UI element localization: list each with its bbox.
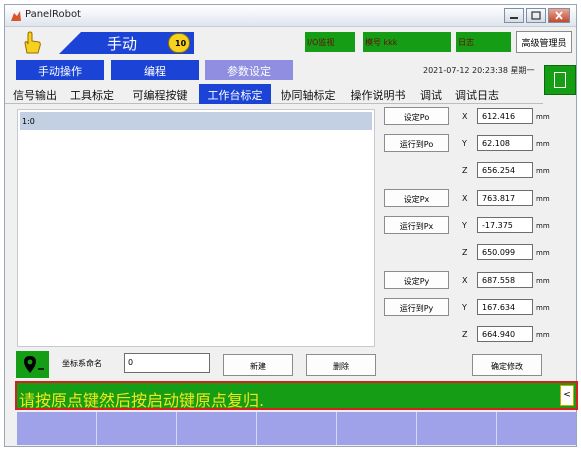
- tab-program-label: 编程: [144, 65, 166, 78]
- tab-manual[interactable]: 手动操作: [16, 60, 104, 80]
- px-y-unit: mm: [536, 222, 550, 230]
- log-indicator[interactable]: 日志: [456, 32, 511, 52]
- function-key-7[interactable]: [497, 412, 576, 445]
- status-expand-button[interactable]: <: [560, 385, 574, 406]
- py-x-label: X: [462, 276, 468, 285]
- coord-system-list[interactable]: 1:0: [17, 109, 375, 347]
- py-z-field[interactable]: 664.940: [477, 326, 533, 342]
- user-level-button[interactable]: 高级管理员: [516, 31, 572, 53]
- io-monitor-indicator[interactable]: I/O监视: [305, 32, 355, 52]
- set-px-button[interactable]: 设定Px: [384, 189, 449, 207]
- run-to-px-button[interactable]: 运行到Px: [384, 216, 449, 234]
- map-pin-icon: [24, 356, 44, 373]
- module-indicator: 模号 kkk: [363, 32, 451, 52]
- po-x-label: X: [462, 112, 468, 121]
- tab-workbench-calibration[interactable]: 工作台标定: [199, 84, 271, 104]
- px-x-unit: mm: [536, 195, 550, 203]
- px-x-label: X: [462, 194, 468, 203]
- po-z-label: Z: [462, 166, 468, 175]
- tab-debug[interactable]: 调试: [414, 84, 448, 104]
- tab-debug-log[interactable]: 调试日志: [451, 84, 503, 104]
- status-bar: 请按原点键然后按启动键原点复归. <: [15, 381, 578, 410]
- main-tabs: 手动操作 编程 参数设定 2021-07-12 20:23:38 星期一: [5, 60, 576, 80]
- po-z-field[interactable]: 656.254: [477, 162, 533, 178]
- app-logo-icon: [11, 11, 21, 21]
- set-po-button[interactable]: 设定Po: [384, 107, 449, 125]
- close-icon: [555, 11, 563, 20]
- po-z-unit: mm: [536, 167, 550, 175]
- set-py-button[interactable]: 设定Py: [384, 271, 449, 289]
- tab-coaxis-calibration[interactable]: 协同轴标定: [274, 84, 342, 104]
- tab-parameters[interactable]: 参数设定: [205, 60, 293, 80]
- po-x-field[interactable]: 612.416: [477, 108, 533, 124]
- header-bar: 手动 10 I/O监视 模号 kkk 日志 高级管理员: [5, 28, 576, 58]
- py-y-unit: mm: [536, 304, 550, 312]
- py-z-label: Z: [462, 330, 468, 339]
- py-x-unit: mm: [536, 277, 550, 285]
- tab-signal-output[interactable]: 信号输出: [9, 84, 61, 104]
- px-x-field[interactable]: 763.817: [477, 190, 533, 206]
- px-z-field[interactable]: 650.099: [477, 244, 533, 260]
- run-to-py-button[interactable]: 运行到Py: [384, 298, 449, 316]
- function-key-6[interactable]: [417, 412, 497, 445]
- speed-value: 10: [175, 39, 187, 48]
- minimize-icon: [510, 17, 518, 19]
- close-button[interactable]: [548, 8, 570, 23]
- py-x-field[interactable]: 687.558: [477, 272, 533, 288]
- status-message: 请按原点键然后按启动键原点复归.: [19, 391, 265, 410]
- po-x-unit: mm: [536, 113, 550, 121]
- datetime-display: 2021-07-12 20:23:38 星期一: [423, 66, 535, 75]
- coord-name-label: 坐标系命名: [62, 359, 102, 368]
- tab-manual-label: 手动操作: [38, 65, 82, 78]
- function-key-bar: [17, 412, 576, 445]
- title-bar: PanelRobot: [5, 5, 576, 27]
- px-z-unit: mm: [536, 249, 550, 257]
- coord-name-input[interactable]: 0: [124, 353, 210, 373]
- po-y-label: Y: [462, 139, 467, 148]
- window-title: PanelRobot: [25, 9, 81, 20]
- function-key-1[interactable]: [17, 412, 97, 445]
- px-z-label: Z: [462, 248, 468, 257]
- tab-parameters-label: 参数设定: [227, 65, 271, 78]
- px-y-field[interactable]: -17.375: [477, 217, 533, 233]
- app-window: PanelRobot 手动 10 I/O监视 模号 kkk 日志 高级管理员 手…: [4, 4, 578, 447]
- log-label: 日志: [458, 38, 474, 47]
- delete-button[interactable]: 删除: [306, 354, 376, 376]
- px-y-label: Y: [462, 221, 467, 230]
- maximize-button[interactable]: [526, 8, 546, 23]
- io-monitor-label: I/O监视: [307, 38, 335, 47]
- panel-icon: [554, 72, 566, 88]
- new-button[interactable]: 新建: [223, 354, 293, 376]
- function-key-4[interactable]: [257, 412, 337, 445]
- mode-title: 手动: [107, 35, 138, 53]
- py-y-field[interactable]: 167.634: [477, 299, 533, 315]
- confirm-modify-button[interactable]: 确定修改: [472, 354, 542, 376]
- function-key-2[interactable]: [97, 412, 177, 445]
- maximize-icon: [531, 11, 541, 20]
- run-to-po-button[interactable]: 运行到Po: [384, 134, 449, 152]
- tab-tool-calibration[interactable]: 工具标定: [63, 84, 121, 104]
- bottom-toolbar: 坐标系命名 0 新建 删除 确定修改: [5, 351, 576, 379]
- module-label: 模号 kkk: [365, 38, 398, 47]
- po-y-field[interactable]: 62.108: [477, 135, 533, 151]
- sub-tabs: 信号输出 工具标定 可编程按键 工作台标定 协同轴标定 操作说明书 调试 调试日…: [5, 82, 543, 104]
- list-item[interactable]: 1:0: [20, 112, 372, 130]
- function-key-5[interactable]: [337, 412, 417, 445]
- tab-program[interactable]: 编程: [111, 60, 199, 80]
- function-key-3[interactable]: [177, 412, 257, 445]
- hand-mode-icon: [24, 31, 41, 54]
- py-z-unit: mm: [536, 331, 550, 339]
- tab-manual-guide[interactable]: 操作说明书: [345, 84, 411, 104]
- locate-button[interactable]: [16, 351, 49, 378]
- minimize-button[interactable]: [504, 8, 524, 23]
- speed-badge[interactable]: 10: [168, 33, 190, 53]
- po-y-unit: mm: [536, 140, 550, 148]
- tab-programmable-keys[interactable]: 可编程按键: [124, 84, 196, 104]
- panel-toggle-button[interactable]: [544, 65, 576, 95]
- py-y-label: Y: [462, 303, 467, 312]
